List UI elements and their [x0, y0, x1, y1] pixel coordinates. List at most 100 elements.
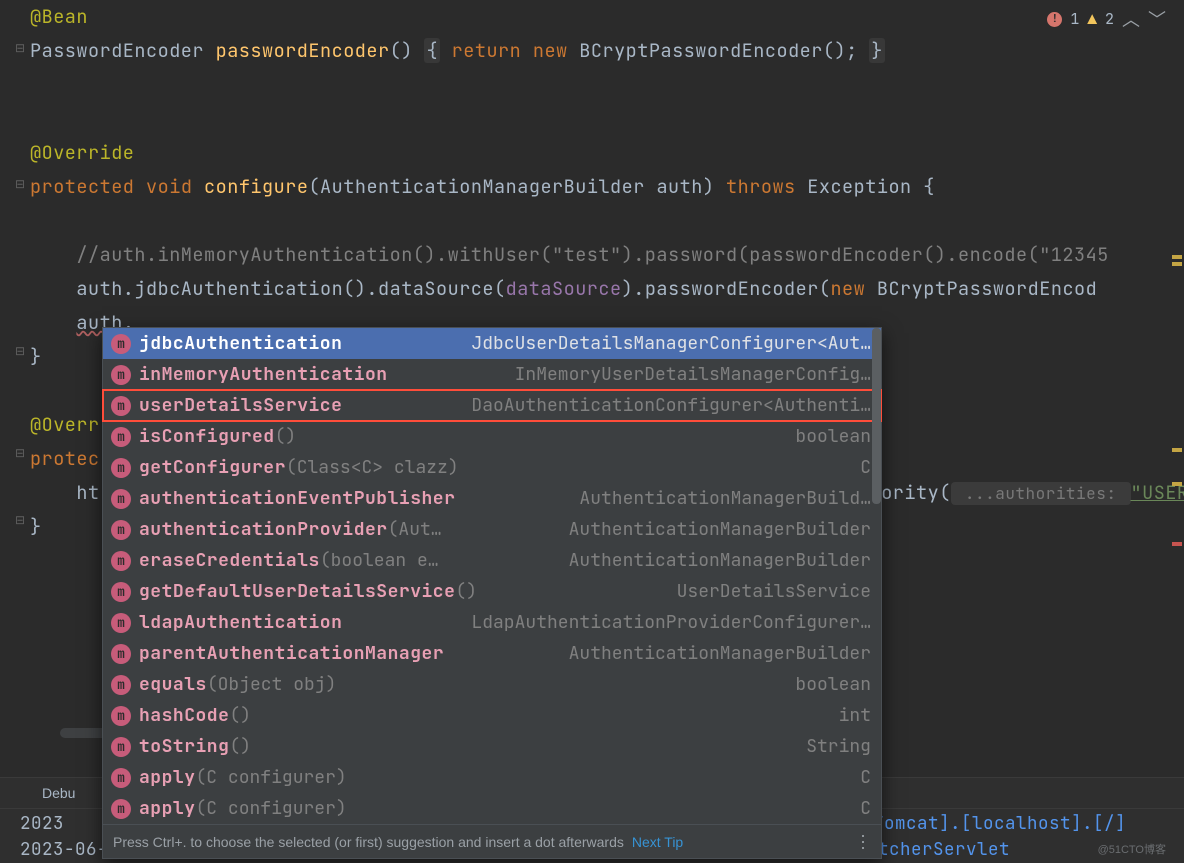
completion-name: userDetailsService [139, 394, 342, 417]
next-tip-link[interactable]: Next Tip [632, 834, 683, 850]
completion-item[interactable]: m toString() String [103, 731, 881, 762]
completion-name: equals [139, 673, 207, 696]
code-line[interactable]: auth.jdbcAuthentication().dataSource(dat… [30, 272, 1184, 306]
method-icon: m [111, 551, 131, 571]
minimap-warn-mark[interactable] [1172, 255, 1182, 259]
fold-icon[interactable]: ⊟ [15, 343, 25, 359]
code-editor[interactable]: ! 1 ▲ 2 ︿ ﹀ ⊟ ⊟ ⊟ ⊟ ⊟ @Bean PasswordEnco… [0, 0, 1184, 863]
completion-sig: (C configurer) [196, 797, 347, 820]
minimap-warn-mark[interactable] [1172, 482, 1182, 486]
completion-name: toString [139, 735, 229, 758]
completion-item[interactable]: m getConfigurer(Class<C> clazz) C [103, 452, 881, 483]
completion-name: isConfigured [139, 425, 275, 448]
completion-return: C [860, 797, 871, 820]
fold-icon[interactable]: ⊟ [15, 176, 25, 192]
fold-icon[interactable]: ⊟ [15, 445, 25, 461]
watermark: @51CTO博客 [1098, 841, 1166, 857]
completion-item[interactable]: m jdbcAuthentication JdbcUserDetailsManage… [103, 328, 881, 359]
completion-item[interactable]: m userDetailsService DaoAuthenticationConf… [103, 390, 881, 421]
fold-icon[interactable]: ⊟ [15, 40, 25, 56]
completion-return: InMemoryUserDetailsManagerConfig… [515, 363, 871, 386]
completion-return: DaoAuthenticationConfigurer<Authenti… [471, 394, 871, 417]
minimap-err-mark[interactable] [1172, 542, 1182, 546]
completion-sig: (boolean e… [320, 549, 439, 572]
method-icon: m [111, 799, 131, 819]
method-icon: m [111, 737, 131, 757]
completion-name: getConfigurer [139, 456, 286, 479]
code-line[interactable]: //auth.inMemoryAuthentication().withUser… [30, 238, 1184, 272]
completion-sig: () [275, 425, 297, 448]
completion-return: LdapAuthenticationProviderConfigurer… [471, 611, 871, 634]
completion-item[interactable]: mequals(Object obj) boolean [103, 669, 881, 700]
completion-return: AuthenticationManagerBuilder [569, 642, 871, 665]
completion-name: getDefaultUserDetailsService [139, 580, 455, 603]
completion-return: JdbcUserDetailsManagerConfigurer<Aut… [471, 332, 871, 355]
completion-return: boolean [795, 425, 871, 448]
completion-sig: () [229, 735, 251, 758]
completion-return: String [806, 735, 871, 758]
completion-name: authenticationProvider [139, 518, 388, 541]
completion-return: UserDetailsService [677, 580, 871, 603]
completion-return: int [839, 704, 871, 727]
annotation: @Override [30, 140, 134, 165]
completion-item[interactable]: mapply(C configurer)C [103, 793, 881, 824]
method-icon: m [111, 427, 131, 447]
param-hint: ...authorities: [951, 482, 1131, 505]
method-icon: m [111, 458, 131, 478]
completion-name: ldapAuthentication [139, 611, 342, 634]
annotation: @Overr [30, 412, 100, 437]
completion-popup[interactable]: m jdbcAuthentication JdbcUserDetailsManage… [102, 327, 882, 859]
method-icon: m [111, 644, 131, 664]
completion-item[interactable]: m authenticationProvider(Aut… Authenticati… [103, 514, 881, 545]
completion-name: hashCode [139, 704, 229, 727]
popup-scrollbar[interactable] [872, 328, 881, 504]
method-icon: m [111, 675, 131, 695]
method-icon: m [111, 489, 131, 509]
completion-item[interactable]: m parentAuthenticationManager Authenticati… [103, 638, 881, 669]
popup-hint: Press Ctrl+. to choose the selected (or … [113, 834, 624, 850]
method-icon: m [111, 582, 131, 602]
completion-return: C [860, 456, 871, 479]
method-icon: m [111, 706, 131, 726]
completion-item[interactable]: m authenticationEventPublisher Authenticat… [103, 483, 881, 514]
completion-item[interactable]: m inMemoryAuthentication InMemoryUserDetai… [103, 359, 881, 390]
completion-return: AuthenticationManagerBuilder [569, 549, 871, 572]
completion-item[interactable]: m hashCode() int [103, 700, 881, 731]
code-line[interactable]: protected void configure(AuthenticationM… [30, 170, 1184, 204]
completion-name: parentAuthenticationManager [139, 642, 444, 665]
completion-item[interactable]: m ldapAuthentication LdapAuthenticationPro… [103, 607, 881, 638]
completion-return: AuthenticationManagerBuilder [569, 518, 871, 541]
method-icon: m [111, 613, 131, 633]
completion-item[interactable]: m getDefaultUserDetailsService() UserDetai… [103, 576, 881, 607]
completion-return: boolean [795, 673, 871, 696]
completion-sig: (Object obj) [207, 673, 337, 696]
method-icon: m [111, 365, 131, 385]
method-icon: m [111, 334, 131, 354]
completion-item[interactable]: m isConfigured() boolean [103, 421, 881, 452]
more-icon[interactable]: ⋯ [852, 833, 873, 850]
completion-return: C [860, 766, 871, 789]
completion-name: eraseCredentials [139, 549, 320, 572]
completion-name: apply [139, 766, 196, 789]
completion-name: inMemoryAuthentication [139, 363, 388, 386]
fold-icon[interactable]: ⊟ [15, 512, 25, 528]
completion-item[interactable]: m eraseCredentials(boolean e… Authenticati… [103, 545, 881, 576]
completion-sig: () [229, 704, 251, 727]
completion-return: AuthenticationManagerBuild… [579, 487, 871, 510]
completion-name: authenticationEventPublisher [139, 487, 455, 510]
method-icon: m [111, 520, 131, 540]
gutter: ⊟ ⊟ ⊟ ⊟ ⊟ [0, 0, 30, 863]
minimap-warn-mark[interactable] [1172, 262, 1182, 266]
method-icon: m [111, 396, 131, 416]
completion-sig: (C configurer) [196, 766, 347, 789]
completion-name: jdbcAuthentication [139, 332, 342, 355]
popup-footer: Press Ctrl+. to choose the selected (or … [103, 824, 881, 858]
completion-item[interactable]: mapply(C configurer) C [103, 762, 881, 793]
completion-sig: (Class<C> clazz) [286, 456, 459, 479]
code-line[interactable]: PasswordEncoder passwordEncoder() { retu… [30, 34, 1184, 68]
debug-tab[interactable]: Debu [30, 778, 87, 808]
completion-sig: (Aut… [388, 518, 442, 541]
method-icon: m [111, 768, 131, 788]
minimap-warn-mark[interactable] [1172, 448, 1182, 452]
completion-sig: () [455, 580, 477, 603]
